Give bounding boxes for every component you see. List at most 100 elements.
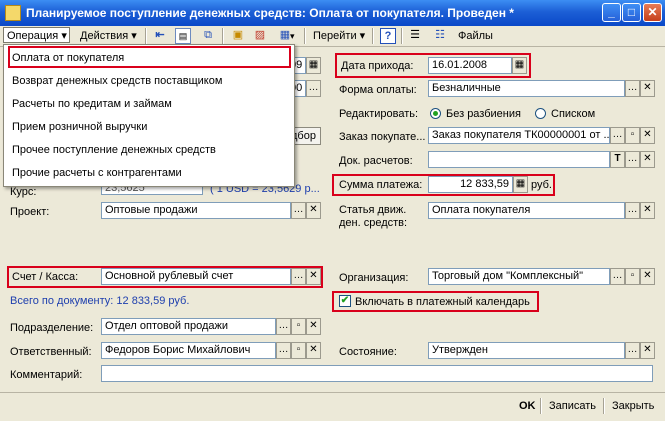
- edit-option-list-label: Списком: [551, 108, 596, 120]
- title-bar: Планируемое поступление денежных средств…: [0, 0, 665, 26]
- edit-option-no-split-label: Без разбиения: [446, 108, 521, 120]
- responsible-select-button[interactable]: …: [276, 342, 291, 359]
- state-select-button[interactable]: …: [625, 342, 640, 359]
- selected-menu-highlight: [8, 46, 291, 68]
- settlement-doc-field[interactable]: [428, 151, 610, 168]
- payment-sum-field[interactable]: 12 833,59: [428, 176, 513, 193]
- operation-menu-button[interactable]: Операция ▾: [3, 27, 70, 43]
- rate-label: Курс:: [10, 186, 37, 198]
- department-field[interactable]: Отдел оптовой продажи: [101, 318, 276, 335]
- back-arrow-icon[interactable]: ⇤: [152, 28, 168, 44]
- responsible-label: Ответственный:: [10, 346, 92, 358]
- list-icon[interactable]: ☰: [407, 28, 423, 44]
- order-open-button[interactable]: ▫: [625, 127, 640, 144]
- bottom-separator: [603, 398, 605, 414]
- copy-icon[interactable]: ⧉: [200, 28, 216, 44]
- cashflow-label-line1: Статья движ.: [339, 204, 407, 216]
- department-open-button[interactable]: ▫: [291, 318, 306, 335]
- state-field[interactable]: Утвержден: [428, 342, 625, 359]
- edit-label: Редактировать:: [339, 108, 419, 120]
- menu-item-refund-from-supplier[interactable]: Возврат денежных средств поставщиком: [4, 70, 292, 92]
- organization-field[interactable]: Торговый дом "Комплексный": [428, 268, 610, 285]
- comment-field[interactable]: [101, 365, 653, 382]
- toolbar-separator: [222, 28, 224, 44]
- organization-open-button[interactable]: ▫: [625, 268, 640, 285]
- department-clear-icon[interactable]: ✕: [306, 318, 321, 335]
- edit-option-list-radio[interactable]: [535, 108, 546, 119]
- settings-list-icon[interactable]: ☷: [432, 28, 448, 44]
- payment-form-clear-icon[interactable]: ✕: [640, 80, 655, 97]
- toolbar-separator: [304, 28, 306, 44]
- project-field[interactable]: Оптовые продажи: [101, 202, 291, 219]
- calendar-icon[interactable]: ▦: [512, 57, 527, 74]
- account-field[interactable]: Основной рублевый счет: [101, 268, 291, 285]
- project-clear-icon[interactable]: ✕: [306, 202, 321, 219]
- responsible-field[interactable]: Федоров Борис Михайлович: [101, 342, 276, 359]
- unpost-document-icon[interactable]: ▨: [252, 28, 268, 44]
- account-select-button[interactable]: …: [291, 268, 306, 285]
- menu-item-other-settlements[interactable]: Прочие расчеты с контрагентами: [4, 162, 292, 184]
- post-document-icon[interactable]: ▣: [230, 28, 246, 44]
- help-button[interactable]: ?: [380, 28, 396, 44]
- ok-button[interactable]: OK: [519, 396, 536, 416]
- type-select-icon[interactable]: T: [610, 151, 625, 168]
- menu-item-retail-revenue[interactable]: Прием розничной выручки: [4, 116, 292, 138]
- organization-label: Организация:: [339, 272, 409, 284]
- window-title: Планируемое поступление денежных средств…: [26, 6, 514, 20]
- calculator-icon[interactable]: ▦: [513, 176, 528, 193]
- organization-select-button[interactable]: …: [610, 268, 625, 285]
- menu-item-other-income[interactable]: Прочее поступление денежных средств: [4, 139, 292, 161]
- payment-sum-currency: руб.: [531, 179, 552, 191]
- payment-calendar-label: Включать в платежный календарь: [355, 296, 530, 308]
- arrival-date-field[interactable]: 16.01.2008: [428, 57, 512, 74]
- payment-sum-label: Сумма платежа:: [339, 179, 423, 191]
- order-select-button[interactable]: …: [610, 127, 625, 144]
- goto-menu-button[interactable]: Перейти ▾: [313, 28, 365, 44]
- cashflow-clear-icon[interactable]: ✕: [640, 202, 655, 219]
- order-clear-icon[interactable]: ✕: [640, 127, 655, 144]
- bottom-bar: OK Записать Закрыть: [0, 392, 665, 421]
- order-field[interactable]: Заказ покупателя ТК00000001 от ...: [428, 127, 610, 144]
- minimize-button[interactable]: _: [602, 3, 621, 22]
- select-button[interactable]: …: [306, 80, 321, 97]
- cashflow-field[interactable]: Оплата покупателя: [428, 202, 625, 219]
- department-label: Подразделение:: [10, 322, 94, 334]
- order-label: Заказ покупате...: [339, 131, 426, 143]
- cashflow-label-line2: ден. средств:: [339, 217, 408, 229]
- responsible-open-button[interactable]: ▫: [291, 342, 306, 359]
- payment-form-label: Форма оплаты:: [339, 84, 417, 96]
- toolbar-separator: [145, 28, 147, 44]
- bottom-separator: [540, 398, 542, 414]
- actions-menu-button[interactable]: Действия ▾: [80, 28, 137, 44]
- structure-dropdown-icon[interactable]: ▾: [290, 28, 295, 44]
- account-label: Счет / Касса:: [12, 271, 79, 283]
- toolbar-separator: [372, 28, 374, 44]
- payment-form-field[interactable]: Безналичные: [428, 80, 625, 97]
- comment-label: Комментарий:: [10, 369, 83, 381]
- settlement-doc-label: Док. расчетов:: [339, 155, 413, 167]
- responsible-clear-icon[interactable]: ✕: [306, 342, 321, 359]
- calendar-icon[interactable]: ▦: [306, 57, 321, 74]
- edit-option-no-split-radio[interactable]: [430, 108, 441, 119]
- arrival-date-label: Дата прихода:: [341, 60, 414, 72]
- project-select-button[interactable]: …: [291, 202, 306, 219]
- menu-item-loans[interactable]: Расчеты по кредитам и займам: [4, 93, 292, 115]
- account-clear-icon[interactable]: ✕: [306, 268, 321, 285]
- organization-clear-icon[interactable]: ✕: [640, 268, 655, 285]
- state-clear-icon[interactable]: ✕: [640, 342, 655, 359]
- close-button[interactable]: Закрыть: [612, 396, 654, 416]
- cashflow-select-button[interactable]: …: [625, 202, 640, 219]
- settlement-doc-clear-icon[interactable]: ✕: [640, 151, 655, 168]
- files-button[interactable]: Файлы: [458, 28, 493, 44]
- project-label: Проект:: [10, 206, 50, 218]
- department-select-button[interactable]: …: [276, 318, 291, 335]
- document-icon[interactable]: ▤: [175, 28, 191, 44]
- payment-calendar-checkbox[interactable]: ✔: [339, 295, 351, 307]
- toolbar-separator: [401, 28, 403, 44]
- settlement-doc-select-button[interactable]: …: [625, 151, 640, 168]
- maximize-button[interactable]: □: [622, 3, 641, 22]
- app-icon: [5, 5, 21, 21]
- payment-form-select-button[interactable]: …: [625, 80, 640, 97]
- close-window-button[interactable]: ✕: [643, 3, 662, 22]
- save-button[interactable]: Записать: [549, 396, 596, 416]
